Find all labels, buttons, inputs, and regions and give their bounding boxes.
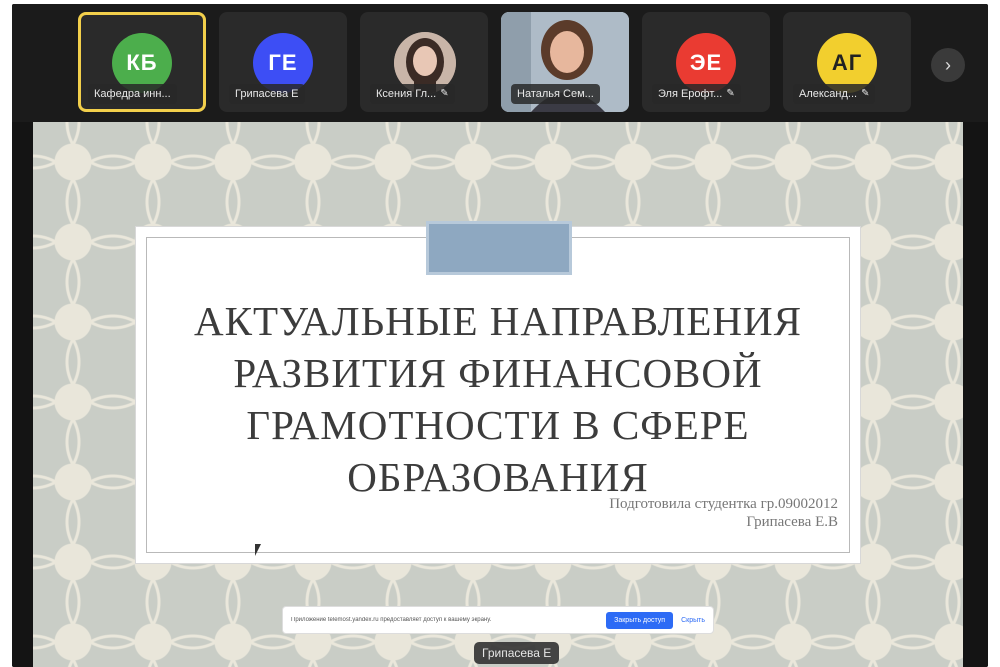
participant-name: Александ... [799,88,858,100]
participant-name: Наталья Сем... [517,88,594,100]
mic-off-icon: ✎ [440,88,449,99]
next-participants-button[interactable]: › [931,48,965,82]
presenter-name-tag: Грипасева Е [474,642,560,664]
participant-name-tag: Кафедра инн... [88,84,177,104]
stop-sharing-button[interactable]: Закрыть доступ [606,611,674,629]
participant-name-tag: Грипасева Е [229,84,305,104]
slide-card: АКТУАЛЬНЫЕ НАПРАВЛЕНИЯ РАЗВИТИЯ ФИНАНСОВ… [135,221,861,564]
participant-tile-2[interactable]: Ксения Гл... ✎ [360,12,488,112]
screen-margin-left [12,122,33,667]
participant-name: Эля Ерофт... [658,88,723,100]
screen-margin-right [963,122,988,667]
participant-name: Ксения Гл... [376,88,437,100]
mic-off-icon: ✎ [861,88,870,99]
participant-name-tag: Ксения Гл... ✎ [370,84,455,104]
participant-tile-3[interactable]: Наталья Сем... [501,12,629,112]
slide-title-line: РАЗВИТИЯ ФИНАНСОВОЙ [233,350,763,396]
mic-off-icon: ✎ [726,88,735,99]
participant-name-tag: Александ... ✎ [793,84,876,104]
slide-title-line: АКТУАЛЬНЫЕ НАПРАВЛЕНИЯ [193,298,802,344]
participant-tile-4[interactable]: ЭЕ Эля Ерофт... ✎ [642,12,770,112]
hide-share-bar-link[interactable]: Скрыть [681,617,705,624]
shared-screen: АКТУАЛЬНЫЕ НАПРАВЛЕНИЯ РАЗВИТИЯ ФИНАНСОВ… [33,122,963,667]
screen-share-bar: Приложение telemost.yandex.ru предоставл… [282,606,714,634]
conference-window: КБ Кафедра инн... ГЕ Грипасева Е Ксения … [12,4,988,667]
participant-name: Грипасева Е [235,88,299,100]
mouse-cursor-icon [255,544,261,556]
slide-subtitle: Подготовила студентка гр.09002012 Грипас… [609,495,838,531]
participant-name-tag: Наталья Сем... [511,84,600,104]
slide-decoration-tab [426,221,572,275]
participant-name-tag: Эля Ерофт... ✎ [652,84,741,104]
participant-tile-1[interactable]: ГЕ Грипасева Е [219,12,347,112]
participant-tile-5[interactable]: АГ Александ... ✎ [783,12,911,112]
slide-subtitle-line: Грипасева Е.В [746,514,838,530]
participant-tile-0[interactable]: КБ Кафедра инн... [78,12,206,112]
participant-strip: КБ Кафедра инн... ГЕ Грипасева Е Ксения … [12,4,988,122]
slide-title: АКТУАЛЬНЫЕ НАПРАВЛЕНИЯ РАЗВИТИЯ ФИНАНСОВ… [156,295,840,503]
participant-name: Кафедра инн... [94,88,171,100]
slide-title-line: ГРАМОТНОСТИ В СФЕРЕ [246,402,750,448]
slide-subtitle-line: Подготовила студентка гр.09002012 [609,496,838,512]
share-bar-text: Приложение telemost.yandex.ru предоставл… [291,617,492,623]
chevron-right-icon: › [945,54,951,75]
